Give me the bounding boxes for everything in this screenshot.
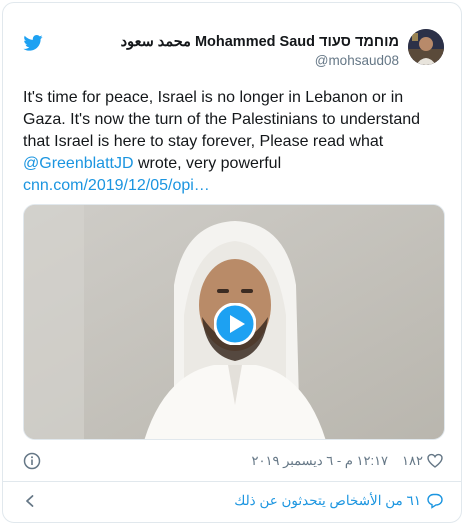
tweet-header: محمد سعود Mohammed Saud מוחמד סעוד @mohs… xyxy=(3,3,461,83)
mention-link[interactable]: @GreenblattJD xyxy=(23,155,134,172)
tweet-meta: ١٨٢ ١٢:١٧ م - ٦ ديسمبر ٢٠١٩ xyxy=(23,452,443,472)
heart-icon[interactable] xyxy=(427,453,443,469)
speech-bubble-icon xyxy=(427,493,443,509)
tweet-card: محمد سعود Mohammed Saud מוחמד סעוד @mohs… xyxy=(2,2,462,523)
info-icon[interactable] xyxy=(23,452,41,470)
tweet-body: It's time for peace, Israel is no longer… xyxy=(23,89,421,150)
tweet-text: It's time for peace, Israel is no longer… xyxy=(23,87,443,197)
video-thumbnail[interactable] xyxy=(23,204,445,440)
like-count-value: ١٨٢ xyxy=(402,453,423,468)
article-link[interactable]: cnn.com/2019/12/05/opi… xyxy=(23,177,210,194)
play-icon[interactable] xyxy=(214,303,256,345)
conversation-link[interactable]: ٦١ من الأشخاص يتحدثون عن ذلك xyxy=(234,493,443,509)
like-count[interactable]: ١٨٢ xyxy=(402,453,443,469)
tweet-footer: ٦١ من الأشخاص يتحدثون عن ذلك xyxy=(23,490,443,512)
tweet-body-after: wrote, very powerful xyxy=(133,155,282,172)
tweet-timestamp[interactable]: ١٢:١٧ م - ٦ ديسمبر ٢٠١٩ xyxy=(252,453,389,469)
conversation-text: ٦١ من الأشخاص يتحدثون عن ذلك xyxy=(234,493,421,508)
author-display-name[interactable]: محمد سعود Mohammed Saud מוחמד סעוד xyxy=(121,33,399,51)
chevron-left-icon[interactable] xyxy=(23,494,37,508)
avatar[interactable] xyxy=(408,29,444,65)
author-handle[interactable]: @mohsaud08 xyxy=(121,52,399,70)
divider xyxy=(3,481,461,482)
author-names[interactable]: محمد سعود Mohammed Saud מוחמד סעוד @mohs… xyxy=(121,33,399,70)
meta-right: ١٨٢ ١٢:١٧ م - ٦ ديسمبر ٢٠١٩ xyxy=(252,453,443,469)
twitter-bird-icon[interactable] xyxy=(23,35,43,51)
